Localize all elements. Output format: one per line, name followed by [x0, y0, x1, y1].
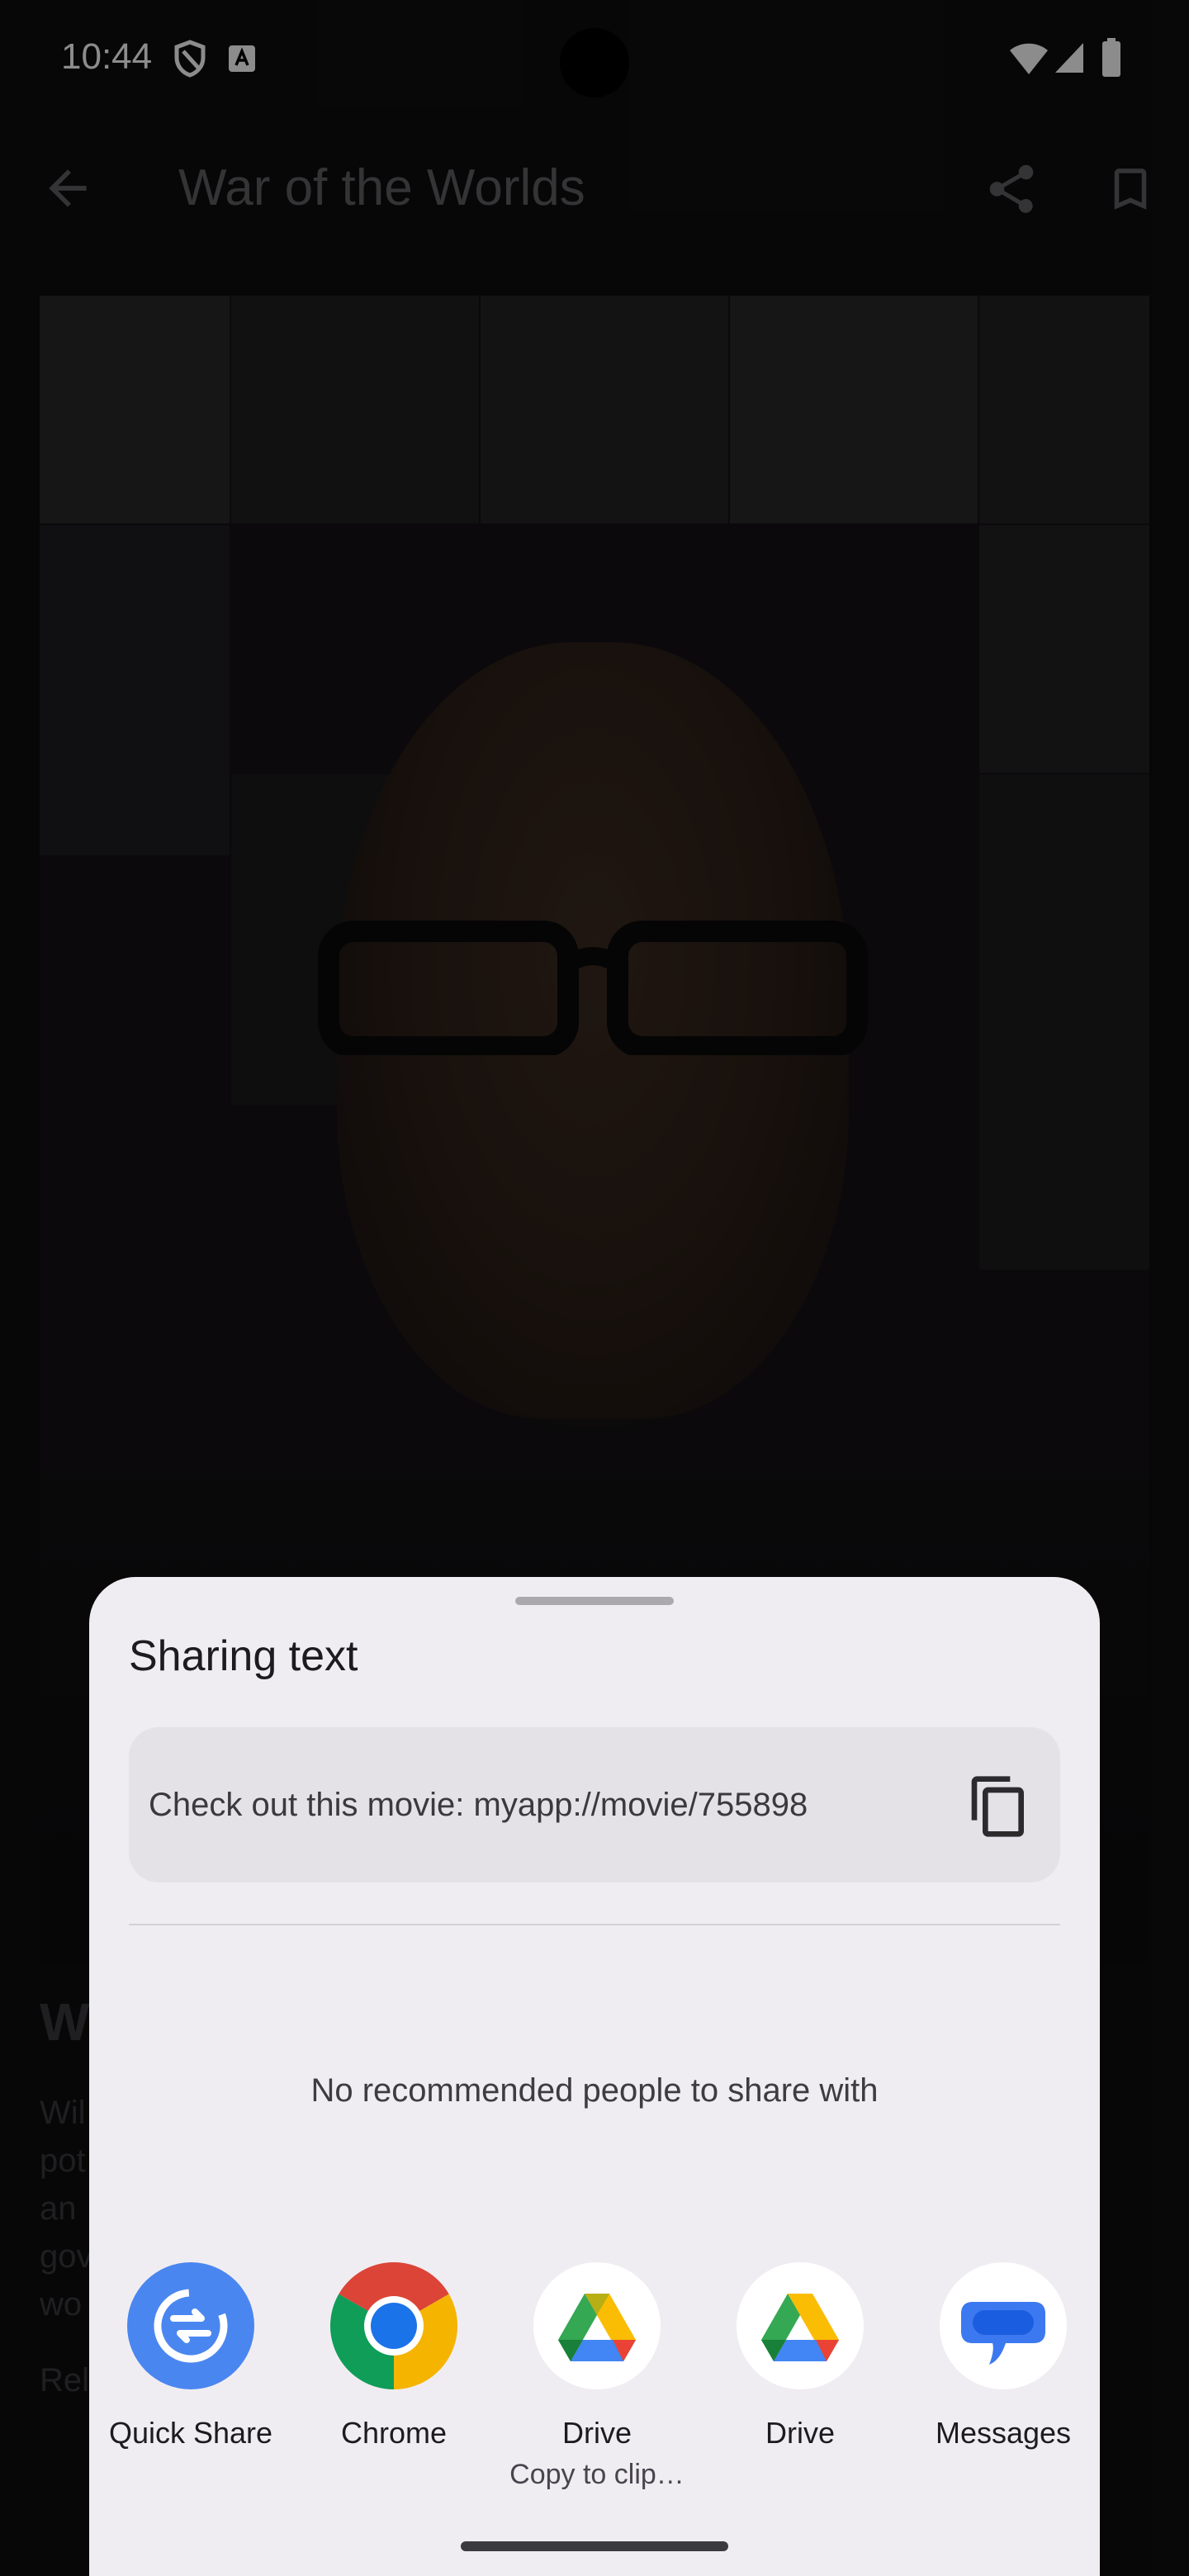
copy-icon[interactable]	[966, 1773, 1032, 1840]
share-target-label: Quick Share	[108, 2416, 273, 2450]
share-target-label: Drive	[561, 2416, 632, 2450]
share-target-chrome[interactable]: Chrome	[292, 2262, 495, 2451]
sheet-title: Sharing text	[129, 1632, 358, 1680]
share-targets: Quick Share Chrome Drive Copy to clip… D…	[89, 2262, 1100, 2510]
share-target-messages[interactable]: Messages	[902, 2262, 1105, 2451]
divider	[129, 1924, 1060, 1925]
share-target-drive-copy[interactable]: Drive Copy to clip…	[495, 2262, 699, 2491]
share-target-quick-share[interactable]: Quick Share	[89, 2262, 292, 2451]
share-target-drive[interactable]: Drive	[699, 2262, 902, 2451]
shared-text: Check out this movie: myapp://movie/7558…	[149, 1787, 808, 1823]
share-target-sublabel: Copy to clip…	[509, 2459, 685, 2490]
drive-icon	[737, 2262, 864, 2389]
share-target-label: Drive	[765, 2416, 835, 2450]
chrome-icon	[329, 2262, 458, 2389]
gesture-nav-bar[interactable]	[461, 2541, 728, 2551]
no-recommendations-text: No recommended people to share with	[310, 2072, 879, 2109]
shared-text-preview: Check out this movie: myapp://movie/7558…	[129, 1727, 1060, 1882]
drive-icon	[533, 2262, 661, 2389]
share-target-label: Chrome	[340, 2416, 448, 2450]
share-target-label: Messages	[935, 2416, 1072, 2450]
messages-icon	[940, 2262, 1067, 2389]
share-sheet: Sharing text Check out this movie: myapp…	[89, 1577, 1100, 2576]
drag-handle[interactable]	[515, 1597, 674, 1605]
quick-share-icon	[127, 2262, 254, 2389]
